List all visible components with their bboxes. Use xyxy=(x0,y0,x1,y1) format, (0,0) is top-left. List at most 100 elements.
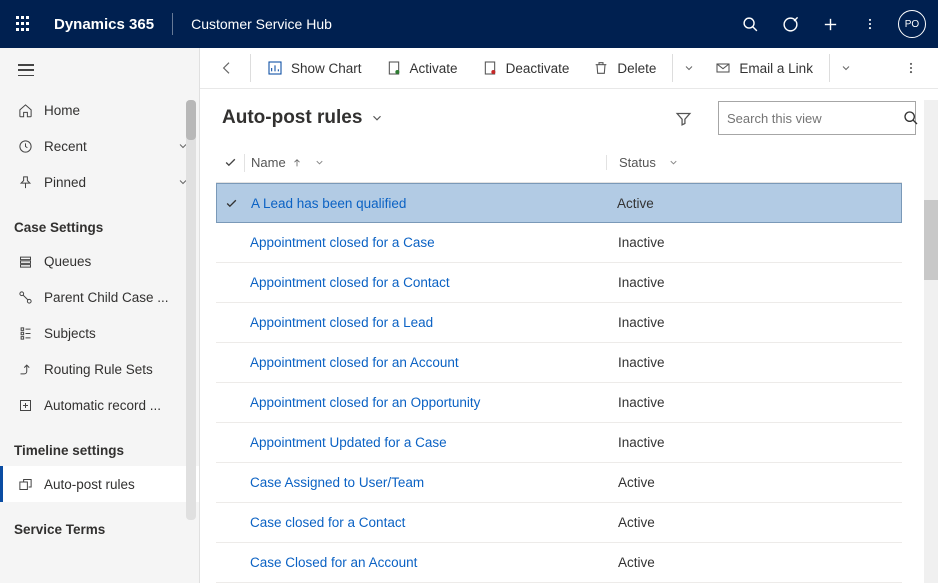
view-selector[interactable]: Auto-post rules xyxy=(222,107,384,129)
pin-icon xyxy=(16,175,34,190)
table-row[interactable]: Appointment Updated for a CaseInactive xyxy=(216,423,902,463)
sidebar-item-recent[interactable]: Recent xyxy=(0,128,199,164)
row-name-link[interactable]: Case Closed for an Account xyxy=(244,555,606,570)
sidebar-item-subjects[interactable]: Subjects xyxy=(0,315,199,351)
divider xyxy=(829,54,830,82)
sidebar: Home Recent Pinned Case Settings Queues … xyxy=(0,48,200,583)
table-row[interactable]: Appointment closed for a LeadInactive xyxy=(216,303,902,343)
search-icon[interactable] xyxy=(903,110,919,126)
brand-subtitle[interactable]: Customer Service Hub xyxy=(191,16,332,32)
row-status: Inactive xyxy=(606,315,902,330)
table-row[interactable]: Appointment closed for a ContactInactive xyxy=(216,263,902,303)
sort-asc-icon xyxy=(292,158,302,168)
brand-title[interactable]: Dynamics 365 xyxy=(54,16,154,33)
table-row[interactable]: Appointment closed for a CaseInactive xyxy=(216,223,902,263)
command-bar: Show Chart Activate Deactivate Delete Em… xyxy=(200,48,938,89)
routing-icon xyxy=(16,362,34,377)
search-box[interactable] xyxy=(718,101,916,135)
avatar[interactable]: PO xyxy=(898,10,926,38)
email-link-button[interactable]: Email a Link xyxy=(705,52,823,84)
table-row[interactable]: Case Assigned to User/TeamActive xyxy=(216,463,902,503)
table-row[interactable]: A Lead has been qualifiedActive xyxy=(216,183,902,223)
row-name-link[interactable]: Appointment closed for an Opportunity xyxy=(244,395,606,410)
back-button[interactable] xyxy=(210,60,244,76)
home-icon xyxy=(16,103,34,118)
button-label: Email a Link xyxy=(739,61,813,76)
activate-button[interactable]: Activate xyxy=(376,52,468,84)
sidebar-item-automatic-record[interactable]: Automatic record ... xyxy=(0,387,199,423)
column-header-name[interactable]: Name xyxy=(245,155,606,170)
sidebar-item-pinned[interactable]: Pinned xyxy=(0,164,199,200)
sidebar-toggle-button[interactable] xyxy=(0,48,199,92)
table-row[interactable]: Case closed for a ContactActive xyxy=(216,503,902,543)
data-grid: Name Status A Lead has been qualifiedAct… xyxy=(200,143,924,583)
row-status: Active xyxy=(606,555,902,570)
column-label: Status xyxy=(619,155,656,170)
row-status: Inactive xyxy=(606,395,902,410)
view-title-text: Auto-post rules xyxy=(222,107,362,129)
section-title: Timeline settings xyxy=(0,423,199,466)
deactivate-button[interactable]: Deactivate xyxy=(472,52,580,84)
deactivate-icon xyxy=(482,60,498,76)
table-row[interactable]: Case Closed for an AccountActive xyxy=(216,543,902,583)
row-status: Inactive xyxy=(606,235,902,250)
section-title: Case Settings xyxy=(0,200,199,243)
sidebar-scrollbar[interactable] xyxy=(186,100,196,520)
show-chart-button[interactable]: Show Chart xyxy=(257,52,372,84)
main-content: Show Chart Activate Deactivate Delete Em… xyxy=(200,48,938,583)
search-icon[interactable] xyxy=(730,0,770,48)
app-launcher-icon[interactable] xyxy=(12,12,36,36)
row-name-link[interactable]: Appointment Updated for a Case xyxy=(244,435,606,450)
row-status: Active xyxy=(605,196,901,211)
delete-split-button[interactable] xyxy=(677,62,701,74)
row-name-link[interactable]: Appointment closed for a Contact xyxy=(244,275,606,290)
row-name-link[interactable]: A Lead has been qualified xyxy=(245,196,605,211)
button-label: Show Chart xyxy=(291,61,362,76)
row-status: Active xyxy=(606,515,902,530)
subjects-icon xyxy=(16,326,34,341)
select-all-checkbox[interactable] xyxy=(216,156,244,169)
row-status: Inactive xyxy=(606,435,902,450)
assistant-icon[interactable] xyxy=(770,0,810,48)
row-name-link[interactable]: Case Assigned to User/Team xyxy=(244,475,606,490)
table-row[interactable]: Appointment closed for an OpportunityIna… xyxy=(216,383,902,423)
row-status: Inactive xyxy=(606,355,902,370)
view-header: Auto-post rules xyxy=(200,89,938,143)
email-split-button[interactable] xyxy=(834,62,858,74)
table-row[interactable]: Appointment closed for an AccountInactiv… xyxy=(216,343,902,383)
sidebar-item-queues[interactable]: Queues xyxy=(0,243,199,279)
nav-label: Subjects xyxy=(44,326,189,341)
column-label: Name xyxy=(251,155,286,170)
clock-icon xyxy=(16,139,34,154)
button-label: Activate xyxy=(410,61,458,76)
grid-body: A Lead has been qualifiedActiveAppointme… xyxy=(216,183,902,583)
sidebar-item-routing[interactable]: Routing Rule Sets xyxy=(0,351,199,387)
parent-child-icon xyxy=(16,290,34,305)
sidebar-item-auto-post-rules[interactable]: Auto-post rules xyxy=(0,466,199,502)
more-commands-button[interactable] xyxy=(894,52,928,84)
divider xyxy=(250,54,251,82)
top-bar: Dynamics 365 Customer Service Hub PO xyxy=(0,0,938,48)
column-header-status[interactable]: Status xyxy=(606,155,902,170)
nav-label: Recent xyxy=(44,139,177,154)
filter-button[interactable] xyxy=(666,101,700,135)
search-input[interactable] xyxy=(727,111,903,126)
row-status: Active xyxy=(606,475,902,490)
more-vertical-icon[interactable] xyxy=(850,0,890,48)
delete-button[interactable]: Delete xyxy=(583,52,666,84)
row-name-link[interactable]: Appointment closed for an Account xyxy=(244,355,606,370)
row-name-link[interactable]: Case closed for a Contact xyxy=(244,515,606,530)
row-checkbox[interactable] xyxy=(217,197,245,210)
nav-label: Parent Child Case ... xyxy=(44,290,189,305)
nav-label: Home xyxy=(44,103,189,118)
main-scrollbar[interactable] xyxy=(924,100,938,583)
sidebar-item-home[interactable]: Home xyxy=(0,92,199,128)
plus-box-icon xyxy=(16,398,34,413)
sidebar-item-parent-child[interactable]: Parent Child Case ... xyxy=(0,279,199,315)
section-title: Service Terms xyxy=(0,502,199,545)
row-name-link[interactable]: Appointment closed for a Lead xyxy=(244,315,606,330)
row-name-link[interactable]: Appointment closed for a Case xyxy=(244,235,606,250)
nav-label: Queues xyxy=(44,254,189,269)
mail-icon xyxy=(715,60,731,76)
add-icon[interactable] xyxy=(810,0,850,48)
